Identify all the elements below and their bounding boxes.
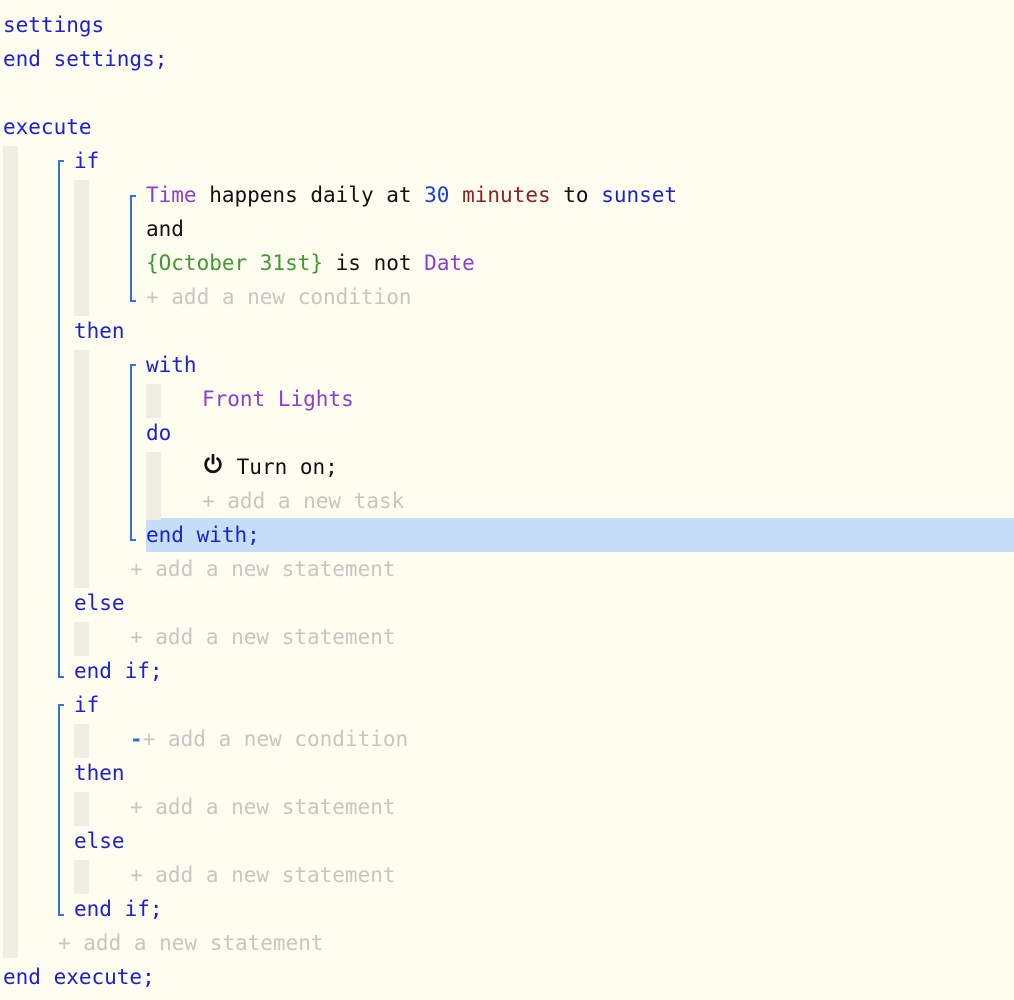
bracket-top-hook	[58, 160, 64, 162]
add-statement-link[interactable]: + add a new statement	[58, 926, 324, 960]
indent-bar	[74, 622, 89, 656]
then-keyword[interactable]: then	[74, 314, 125, 348]
indent-bar	[146, 384, 161, 418]
bracket-bottom-hook	[130, 539, 136, 541]
else-keyword[interactable]: else	[74, 586, 125, 620]
with-keyword[interactable]: with	[146, 348, 197, 382]
happens-daily-at-text: happens daily at	[196, 183, 425, 207]
execute-keyword[interactable]: execute	[3, 110, 92, 144]
add-condition-link[interactable]: + add a new condition	[143, 727, 409, 751]
sunset-value[interactable]: sunset	[601, 183, 677, 207]
bracket-bottom-hook	[58, 914, 64, 916]
if-keyword[interactable]: if	[74, 144, 99, 178]
settings-keyword[interactable]: settings	[3, 8, 104, 42]
with-block-bracket	[130, 364, 132, 541]
indent-bar	[74, 350, 89, 588]
minus-marker[interactable]: -	[130, 727, 143, 751]
add-statement-link[interactable]: + add a new statement	[130, 620, 396, 654]
bracket-bottom-hook	[58, 676, 64, 678]
do-keyword[interactable]: do	[146, 416, 171, 450]
add-statement-link[interactable]: + add a new statement	[130, 552, 396, 586]
add-statement-link[interactable]: + add a new statement	[130, 858, 396, 892]
empty-condition-row[interactable]: -+ add a new condition	[130, 722, 408, 756]
end-settings-keyword[interactable]: end settings;	[3, 42, 167, 76]
bracket-top-hook	[130, 195, 136, 197]
device-front-lights[interactable]: Front Lights	[202, 382, 354, 416]
end-with-keyword[interactable]: end with;	[146, 518, 260, 552]
condition-date[interactable]: {October 31st} is not Date	[146, 246, 475, 280]
add-statement-link[interactable]: + add a new statement	[130, 790, 396, 824]
then-keyword[interactable]: then	[74, 756, 125, 790]
add-task-link[interactable]: + add a new task	[202, 484, 404, 518]
to-text: to	[550, 183, 602, 207]
indent-bar	[74, 792, 89, 826]
offset-unit[interactable]: minutes	[462, 183, 551, 207]
end-if-keyword[interactable]: end if;	[74, 892, 163, 926]
turn-on-text: Turn on;	[236, 455, 338, 479]
end-execute-keyword[interactable]: end execute;	[3, 960, 155, 994]
indent-bar	[74, 180, 89, 316]
condition-block-bracket	[130, 195, 132, 302]
else-keyword[interactable]: else	[74, 824, 125, 858]
if-keyword[interactable]: if	[74, 688, 99, 722]
indent-bar	[146, 452, 161, 520]
date-variable[interactable]: Date	[424, 251, 475, 275]
condition-time[interactable]: Time happens daily at 30 minutes to suns…	[146, 178, 677, 212]
time-variable[interactable]: Time	[146, 183, 197, 207]
power-icon	[202, 451, 224, 485]
selected-line-highlight	[146, 518, 1014, 552]
task-turn-on[interactable]: Turn on;	[202, 450, 338, 484]
bracket-top-hook	[58, 704, 64, 706]
and-operator[interactable]: and	[146, 212, 184, 246]
if-block-bracket	[58, 704, 60, 916]
add-condition-link[interactable]: + add a new condition	[146, 280, 412, 314]
indent-bar	[74, 724, 89, 758]
bracket-bottom-hook	[130, 300, 136, 302]
offset-number[interactable]: 30	[424, 183, 449, 207]
end-if-keyword[interactable]: end if;	[74, 654, 163, 688]
if-block-bracket	[58, 160, 60, 678]
is-not-text: is not	[323, 251, 425, 275]
bracket-top-hook	[130, 364, 136, 366]
date-literal[interactable]: {October 31st}	[146, 251, 323, 275]
indent-bar	[74, 860, 89, 894]
indent-bar	[3, 146, 18, 958]
